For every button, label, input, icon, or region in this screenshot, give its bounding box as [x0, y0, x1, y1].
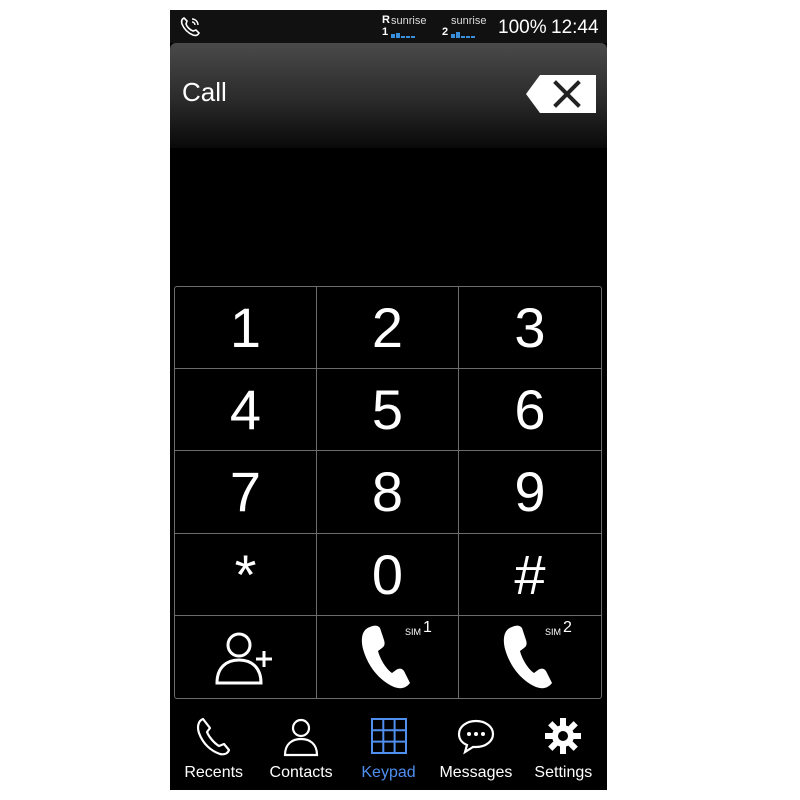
key-3[interactable]: 3: [459, 287, 601, 370]
roaming-indicator: R: [382, 14, 390, 26]
call-sim1-button[interactable]: SIM 1: [317, 615, 459, 698]
backspace-icon[interactable]: [526, 75, 596, 113]
nav-messages[interactable]: Messages: [432, 707, 519, 790]
phone-icon: [196, 717, 230, 756]
sim1-call-number: 1: [423, 618, 432, 636]
key-4[interactable]: 4: [175, 369, 317, 452]
clock: 12:44: [551, 17, 599, 38]
key-8[interactable]: 8: [317, 451, 459, 534]
sim2-index: 2: [442, 26, 449, 38]
add-contact-button[interactable]: [175, 615, 317, 698]
nav-contacts-label: Contacts: [269, 764, 333, 781]
battery-level: 100%: [498, 17, 547, 38]
signal-bars-icon: [391, 33, 415, 38]
nav-keypad[interactable]: Keypad: [345, 707, 432, 790]
add-contact-icon: [214, 632, 272, 685]
key-2[interactable]: 2: [317, 287, 459, 370]
call-sim2-button[interactable]: SIM 2: [459, 616, 601, 698]
status-bar: R 1 sunrise 2 sunrise 100% 12:44: [170, 10, 607, 43]
sim1-call-label: SIM: [405, 626, 422, 637]
sim1-signal: R 1 sunrise: [382, 14, 430, 40]
nav-recents[interactable]: Recents: [170, 707, 257, 790]
chat-icon: [457, 719, 495, 755]
nav-keypad-label: Keypad: [361, 764, 416, 781]
dialer-screen: R 1 sunrise 2 sunrise 100% 12:44 Call 1 …: [170, 10, 607, 790]
nav-settings[interactable]: Settings: [520, 707, 607, 790]
key-5[interactable]: 5: [317, 369, 459, 452]
person-icon: [284, 718, 319, 757]
signal-bars-icon: [451, 32, 475, 38]
bottom-nav: Recents Contacts Keypad Messages Setting…: [170, 707, 607, 790]
nav-messages-label: Messages: [439, 764, 513, 781]
sim1-carrier: sunrise: [391, 15, 427, 27]
sim2-signal: 2 sunrise: [442, 14, 490, 40]
sim2-carrier: sunrise: [451, 15, 487, 27]
nav-settings-label: Settings: [534, 764, 593, 781]
gear-icon: [545, 718, 582, 754]
key-0[interactable]: 0: [317, 533, 459, 616]
active-call-icon: [180, 17, 200, 37]
key-star[interactable]: *: [175, 533, 317, 616]
sim2-call-label: SIM: [545, 626, 562, 637]
key-9[interactable]: 9: [459, 451, 601, 534]
key-1[interactable]: 1: [175, 287, 317, 370]
sim1-index: 1: [382, 26, 389, 38]
key-hash[interactable]: #: [459, 534, 601, 616]
key-6[interactable]: 6: [459, 369, 601, 452]
nav-recents-label: Recents: [184, 764, 244, 781]
dial-keypad: 1 2 3 4 5 6 7 8 9 * 0 # SIM 1 SIM 2: [174, 286, 602, 699]
title-bar: Call: [170, 43, 607, 148]
nav-contacts[interactable]: Contacts: [257, 707, 344, 790]
key-7[interactable]: 7: [175, 451, 317, 534]
sim2-call-number: 2: [563, 618, 572, 636]
grid-icon: [370, 718, 407, 754]
page-title: Call: [182, 77, 227, 107]
